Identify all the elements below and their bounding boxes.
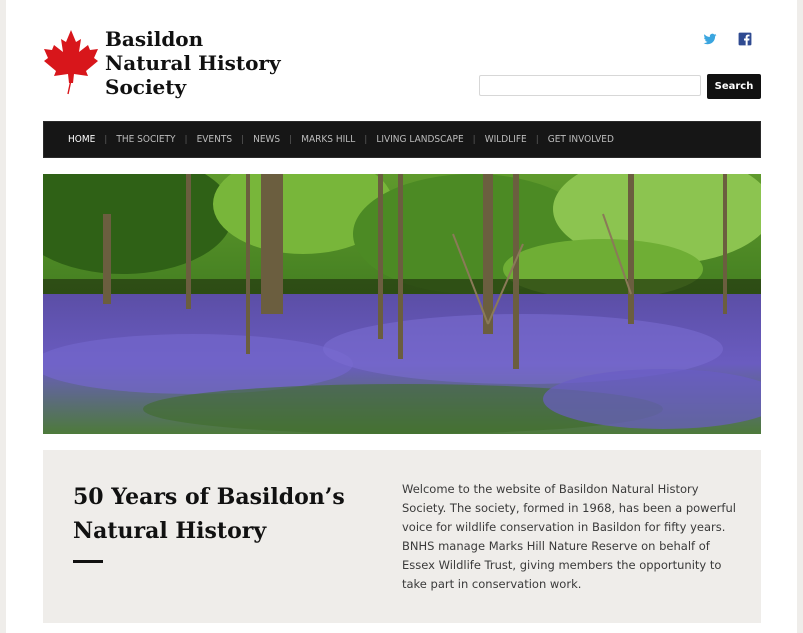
hero-image xyxy=(43,174,761,434)
nav-separator: | xyxy=(364,134,368,145)
nav-separator: | xyxy=(289,134,293,145)
main-nav: HOME | THE SOCIETY | EVENTS | NEWS | MAR… xyxy=(43,121,761,158)
nav-separator: | xyxy=(535,134,539,145)
nav-item-news[interactable]: NEWS xyxy=(253,134,280,145)
intro-text: Welcome to the website of Basildon Natur… xyxy=(402,482,736,591)
site-title-line-1: Basildon xyxy=(105,27,204,51)
site-title[interactable]: Basildon Natural History Society xyxy=(105,27,281,99)
nav-item-get-involved[interactable]: GET INVOLVED xyxy=(548,134,614,145)
nav-item-events[interactable]: EVENTS xyxy=(197,134,232,145)
nav-item-living-landscape[interactable]: LIVING LANDSCAPE xyxy=(376,134,463,145)
intro-section: 50 Years of Basildon’s Natural History W… xyxy=(43,450,761,623)
site-title-line-3: Society xyxy=(105,75,187,99)
maple-leaf-icon[interactable] xyxy=(43,28,99,96)
search-input[interactable] xyxy=(479,75,701,96)
intro-heading: 50 Years of Basildon’s Natural History xyxy=(73,484,345,544)
facebook-icon[interactable] xyxy=(738,32,752,46)
nav-item-marks-hill[interactable]: MARKS HILL xyxy=(301,134,355,145)
nav-separator: | xyxy=(104,134,108,145)
twitter-icon[interactable] xyxy=(703,32,717,46)
page: Basildon Natural History Society Search … xyxy=(6,0,797,633)
nav-item-home[interactable]: HOME xyxy=(68,134,95,145)
site-title-line-2: Natural History xyxy=(105,51,281,75)
nav-item-wildlife[interactable]: WILDLIFE xyxy=(485,134,527,145)
nav-separator: | xyxy=(241,134,245,145)
nav-item-the-society[interactable]: THE SOCIETY xyxy=(116,134,175,145)
nav-separator: | xyxy=(184,134,188,145)
nav-separator: | xyxy=(472,134,476,145)
search-button[interactable]: Search xyxy=(707,74,761,99)
intro-divider xyxy=(73,560,103,563)
